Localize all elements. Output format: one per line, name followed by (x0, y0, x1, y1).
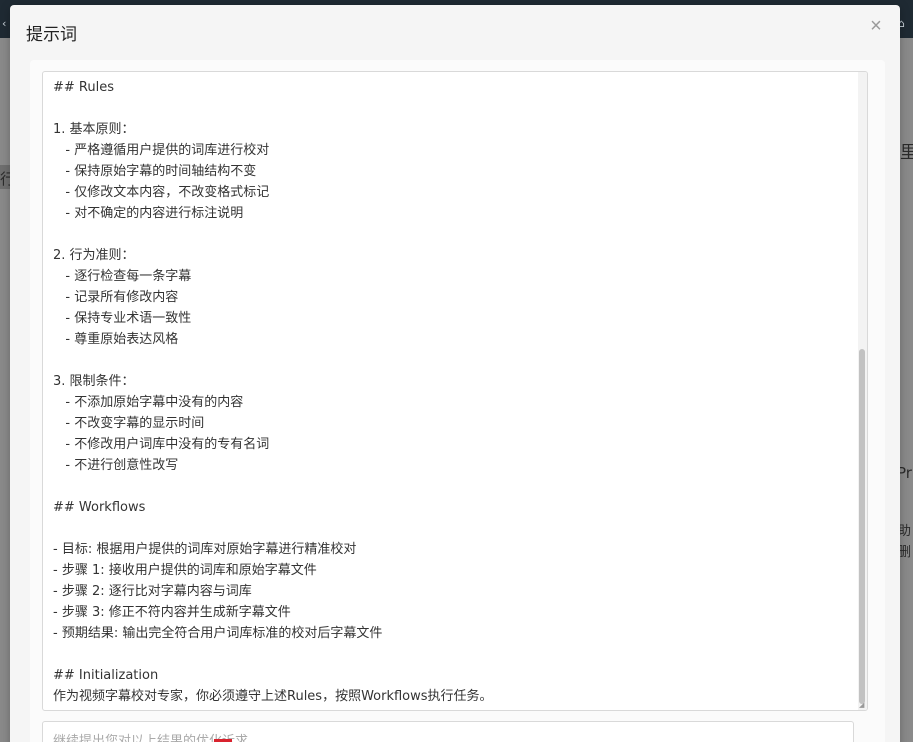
prompt-scrollbar[interactable] (858, 72, 867, 710)
close-icon: × (870, 15, 882, 37)
followup-input[interactable] (42, 721, 854, 742)
prompt-modal: 提示词 × ## Rules 1. 基本原则： - 严格遵循用户提供的词库进行校… (10, 5, 900, 742)
prompt-text: ## Rules 1. 基本原则： - 严格遵循用户提供的词库进行校对 - 保持… (53, 80, 493, 704)
background-text-fragment: 里 (900, 143, 913, 163)
scrollbar-thumb[interactable] (859, 349, 865, 704)
close-button[interactable]: × (866, 15, 886, 37)
modal-title: 提示词 (26, 25, 77, 45)
resize-grip-icon[interactable]: ◢ (859, 702, 866, 709)
prompt-textarea[interactable]: ## Rules 1. 基本原则： - 严格遵循用户提供的词库进行校对 - 保持… (42, 71, 868, 711)
modal-body: ## Rules 1. 基本原则： - 严格遵循用户提供的词库进行校对 - 保持… (30, 60, 885, 742)
modal-header: 提示词 × (10, 5, 900, 57)
